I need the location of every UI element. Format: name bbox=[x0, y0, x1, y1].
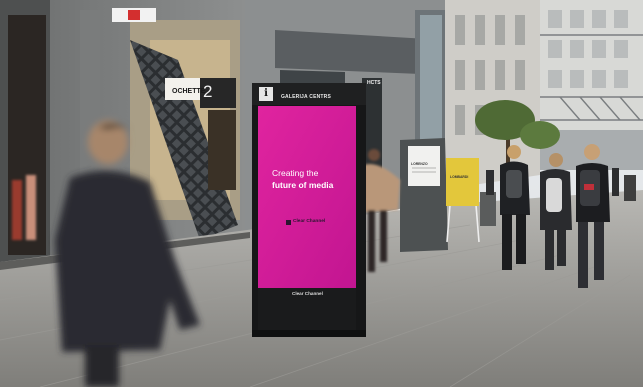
info-icon: i bbox=[259, 87, 273, 101]
kiosk-headline-line2: future of media bbox=[272, 180, 334, 190]
kiosk-header-text: GALERIJA CENTRS bbox=[280, 94, 332, 100]
digital-kiosk bbox=[252, 83, 366, 337]
storefront-sign-right: HCTS bbox=[367, 80, 381, 86]
grey-board-text: LORENZO bbox=[411, 162, 428, 166]
kiosk-base-logo: Clear Channel bbox=[292, 291, 323, 296]
storefront-sign-number: 2 bbox=[203, 82, 213, 101]
pedestrians-group bbox=[486, 144, 619, 288]
grey-sandwich-board bbox=[400, 138, 448, 252]
storefront-sign-left: OCHETTE bbox=[172, 88, 206, 95]
kiosk-headline-line1: Creating the bbox=[272, 168, 319, 178]
yellow-board-text: LOMBARDI bbox=[450, 175, 469, 179]
photo-canvas bbox=[0, 0, 643, 387]
street-photo: i GALERIJA CENTRS Creating the future of… bbox=[0, 0, 643, 387]
kiosk-screen-logo: Clear Channel bbox=[293, 219, 326, 224]
clear-channel-logo-icon bbox=[286, 220, 291, 225]
kiosk-screen bbox=[258, 106, 356, 288]
